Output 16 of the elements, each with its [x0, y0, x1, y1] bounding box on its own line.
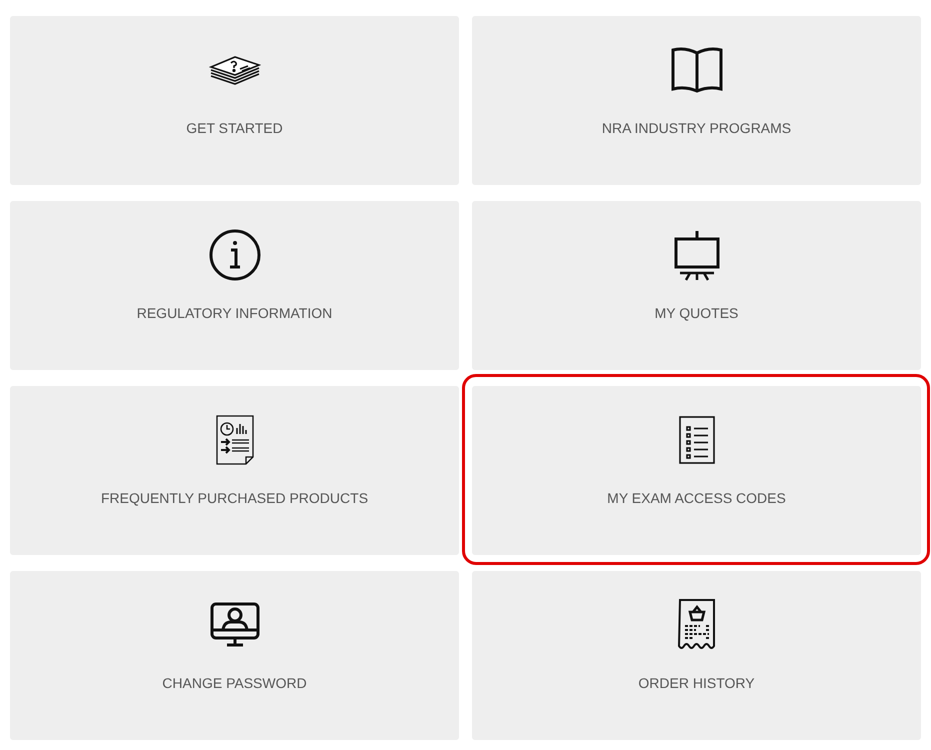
menu-tile[interactable]: NRA INDUSTRY PROGRAMS [472, 16, 921, 185]
papers-icon [208, 54, 260, 86]
easel-icon [672, 229, 720, 281]
menu-tile[interactable]: MY EXAM ACCESS CODES [472, 386, 921, 555]
receipt-icon [678, 598, 716, 652]
checklist-icon [678, 415, 716, 465]
info-icon [208, 229, 260, 281]
menu-tile[interactable]: ORDER HISTORY [472, 571, 921, 740]
menu-tile[interactable]: MY QUOTES [472, 201, 921, 370]
report-icon [214, 414, 254, 466]
menu-tile[interactable]: GET STARTED [10, 16, 459, 185]
monitor-user-icon [210, 602, 260, 648]
menu-tile[interactable]: REGULATORY INFORMATION [10, 201, 459, 370]
menu-tile[interactable]: CHANGE PASSWORD [10, 571, 459, 740]
menu-tile[interactable]: FREQUENTLY PURCHASED PRODUCTS [10, 386, 459, 555]
book-icon [670, 45, 724, 95]
